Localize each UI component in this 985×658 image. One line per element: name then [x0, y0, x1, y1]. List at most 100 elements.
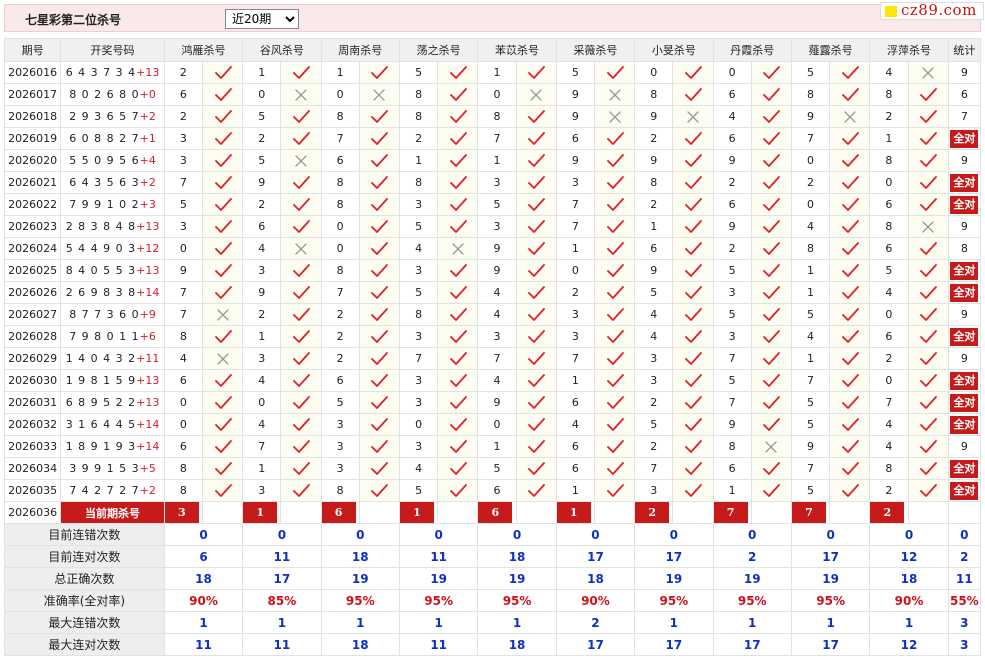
check-icon	[593, 171, 636, 194]
check-icon	[358, 479, 400, 502]
kill-number: 5	[790, 479, 831, 502]
kill-number: 9	[712, 413, 752, 436]
kill-number: 1	[477, 149, 517, 172]
kill-number: 7	[712, 391, 752, 414]
period-range-select[interactable]: 近20期	[225, 9, 299, 29]
check-icon	[437, 127, 479, 150]
period-cell: 2026019	[3, 127, 62, 150]
kill-number: 2	[634, 391, 674, 414]
kill-number: 0	[869, 303, 909, 326]
column-header: 谷风杀号	[242, 38, 322, 62]
kill-number: 9	[242, 281, 282, 304]
check-icon	[750, 391, 792, 414]
summary-value: 1	[790, 611, 871, 634]
period-cell: 2026026	[3, 281, 62, 304]
check-icon	[280, 259, 322, 282]
summary-value: 17	[790, 545, 871, 568]
check-icon	[593, 61, 636, 84]
stat-cell: 9	[947, 303, 982, 326]
summary-value: 95%	[634, 589, 714, 612]
summary-value: 95%	[320, 589, 400, 612]
check-icon	[907, 281, 949, 304]
summary-row: 准确率(全对率) 90% 85% 95% 95% 95% 90% 95% 95% 95% 90% 55…	[4, 589, 982, 612]
check-icon	[515, 193, 557, 216]
summary-value: 95%	[477, 589, 557, 612]
empty-cell	[593, 501, 636, 524]
kill-number: 6	[163, 435, 203, 458]
check-icon	[437, 303, 479, 326]
kill-number: 5	[790, 61, 831, 84]
check-icon	[515, 149, 557, 172]
kill-number: 1	[242, 325, 282, 348]
kill-number: 2	[242, 303, 282, 326]
period-cell: 2026031	[3, 391, 62, 414]
kill-number: 2	[869, 105, 909, 128]
page-title: 七星彩第二位杀号	[25, 13, 122, 27]
kill-number: 2	[242, 193, 282, 216]
check-icon	[593, 457, 636, 480]
kill-number: 4	[790, 215, 831, 238]
kill-number: 4	[634, 303, 674, 326]
draw-special: +2	[139, 484, 156, 497]
empty-cell	[829, 501, 871, 524]
cross-icon	[201, 347, 244, 370]
check-icon	[515, 303, 557, 326]
draw-special: +6	[139, 330, 156, 343]
draw-special: +13	[136, 220, 160, 233]
kill-number: 8	[163, 479, 203, 502]
kill-number: 5	[477, 193, 517, 216]
all-right-badge: 全对	[950, 481, 979, 500]
check-icon	[437, 281, 479, 304]
stat-cell: 全对	[947, 391, 982, 414]
check-icon	[829, 237, 871, 260]
check-icon	[593, 149, 636, 172]
current-kill-number: 1	[242, 501, 282, 524]
site-logo[interactable]: cz89.com	[880, 1, 984, 20]
kill-number: 9	[712, 149, 752, 172]
kill-number: 6	[163, 369, 203, 392]
kill-number: 0	[712, 61, 752, 84]
summary-row: 最大连对次数 11 11 18 11 18 17 17 17 17 12 3	[4, 633, 982, 656]
check-icon	[593, 259, 636, 282]
kill-number: 2	[320, 303, 360, 326]
current-kill-value: 7	[792, 502, 826, 523]
table-row: 2026022 7 9 9 1 0 2+3 5 2 8 3 5 7 2 6 0 6 全对	[3, 193, 982, 216]
kill-number: 0	[398, 413, 439, 436]
kill-number: 4	[477, 303, 517, 326]
column-header: 期号	[3, 38, 62, 62]
kill-number: 0	[163, 391, 203, 414]
summary-value: 0	[555, 523, 636, 546]
check-icon	[750, 237, 792, 260]
empty-cell	[907, 501, 949, 524]
kill-number: 3	[163, 149, 203, 172]
check-icon	[201, 171, 244, 194]
current-kill-number: 7	[712, 501, 752, 524]
stat-cell: 9	[947, 149, 982, 172]
summary-value: 17	[555, 633, 636, 656]
kill-number: 5	[790, 391, 831, 414]
kill-number: 7	[163, 281, 203, 304]
table-row: 2026018 2 9 3 6 5 7+2 2 5 8 8 8 9 9 4 9 2 7	[3, 105, 982, 128]
check-icon	[437, 259, 479, 282]
kill-number: 8	[869, 149, 909, 172]
kill-number: 8	[634, 83, 674, 106]
check-icon	[829, 303, 871, 326]
current-kill-value: 6	[322, 502, 356, 523]
kill-number: 7	[555, 347, 595, 370]
summary-row: 总正确次数 18 17 19 19 19 18 19 19 19 18 11	[4, 567, 982, 590]
summary-label: 目前连错次数	[4, 523, 165, 546]
draw-number-cell: 8 4 0 5 5 3+13	[60, 259, 165, 282]
check-icon	[515, 457, 557, 480]
empty-cell	[358, 501, 400, 524]
cross-icon	[672, 105, 714, 128]
check-icon	[280, 171, 322, 194]
check-icon	[907, 105, 949, 128]
check-icon	[907, 127, 949, 150]
kill-number: 5	[163, 193, 203, 216]
check-icon	[672, 83, 714, 106]
check-icon	[515, 369, 557, 392]
column-header: 周南杀号	[320, 38, 400, 62]
kill-number: 2	[320, 347, 360, 370]
check-icon	[907, 347, 949, 370]
draw-special: +5	[139, 462, 156, 475]
